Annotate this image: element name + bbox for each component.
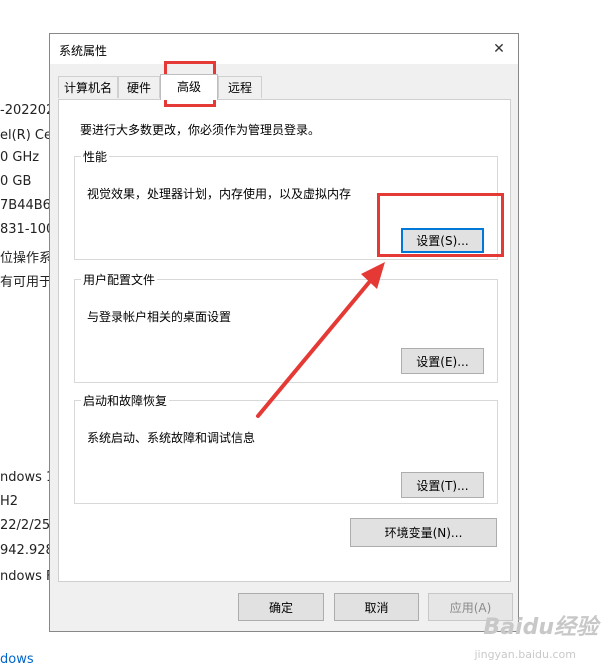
watermark-logo: Baidu经验 (483, 615, 598, 640)
annotation-arrow-icon (256, 262, 385, 418)
tab-advanced[interactable]: 高级 (160, 74, 218, 100)
watermark-url: jingyan.baidu.com (474, 648, 576, 661)
